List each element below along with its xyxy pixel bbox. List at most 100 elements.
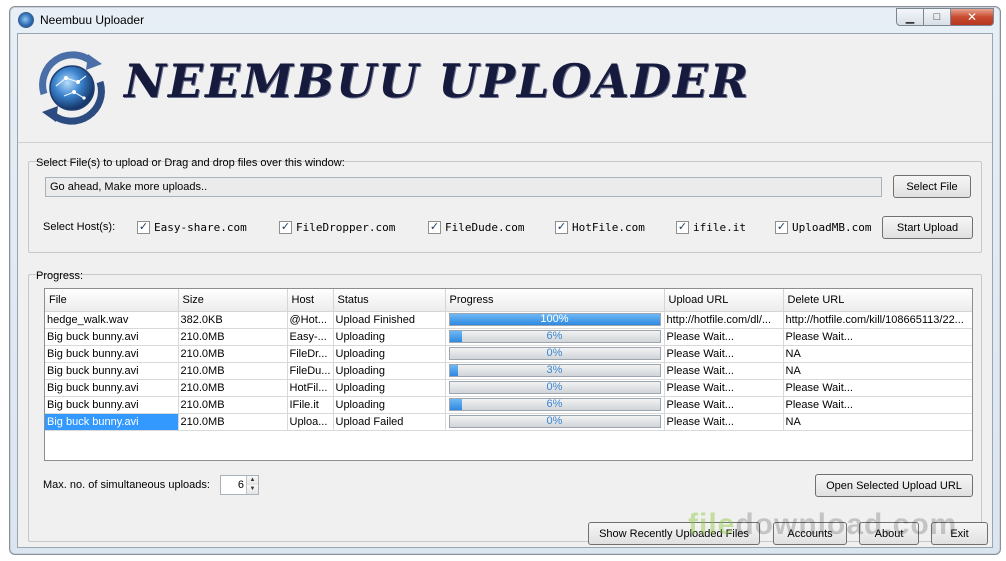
row-progress-cell: 3% <box>445 362 665 380</box>
row-host-cell: IFile.it <box>287 396 334 414</box>
spinner-up-arrow-icon[interactable]: ▲ <box>247 476 258 485</box>
spinner-down-arrow-icon[interactable]: ▼ <box>247 485 258 494</box>
checkbox-checked-icon[interactable]: ✓ <box>676 221 689 234</box>
host-option-uploadmb[interactable]: ✓ UploadMB.com <box>775 221 871 234</box>
upload-message-field[interactable]: Go ahead, Make more uploads.. <box>45 177 882 197</box>
row-file-cell: Big buck bunny.avi <box>45 379 179 397</box>
progress-percent-text: 3% <box>546 364 563 376</box>
row-upload-url-cell: Please Wait... <box>664 379 784 397</box>
progress-bar: 0% <box>448 381 661 394</box>
row-upload-url-cell: Please Wait... <box>664 413 784 431</box>
checkbox-checked-icon[interactable]: ✓ <box>279 221 292 234</box>
table-row[interactable]: Big buck bunny.avi 210.0MB IFile.it Uploadi… <box>45 396 972 414</box>
host-option-filedropper[interactable]: ✓ FileDropper.com <box>279 221 395 234</box>
show-recent-uploads-button[interactable]: Show Recently Uploaded Files <box>588 522 760 545</box>
row-host-cell: HotFil... <box>287 379 334 397</box>
checkbox-checked-icon[interactable]: ✓ <box>428 221 441 234</box>
row-status-cell: Uploading <box>333 396 446 414</box>
client-area: NEEMBUU UPLOADER Select File(s) to uploa… <box>17 33 993 548</box>
minimize-button[interactable]: ▁ <box>896 8 924 26</box>
close-button[interactable]: ✕ <box>950 8 994 26</box>
max-uploads-value[interactable]: 6 <box>238 479 244 491</box>
row-file-cell: hedge_walk.wav <box>45 311 179 329</box>
column-header-delete-url[interactable]: Delete URL <box>783 289 972 312</box>
checkbox-checked-icon[interactable]: ✓ <box>555 221 568 234</box>
row-file-cell: Big buck bunny.avi <box>45 328 179 346</box>
title-bar[interactable]: Neembuu Uploader ▁ □ ✕ <box>10 7 1000 33</box>
row-progress-cell: 0% <box>445 379 665 397</box>
checkbox-checked-icon[interactable]: ✓ <box>775 221 788 234</box>
accounts-button[interactable]: Accounts <box>773 522 847 545</box>
table-header-row: File Size Host Status Progress Upload UR… <box>45 289 972 312</box>
table-row[interactable]: Big buck bunny.avi 210.0MB HotFil... Upload… <box>45 379 972 397</box>
table-row[interactable]: Big buck bunny.avi 210.0MB FileDu... Upload… <box>45 362 972 380</box>
row-progress-cell: 6% <box>445 396 665 414</box>
column-header-progress[interactable]: Progress <box>445 289 665 312</box>
column-header-upload-url[interactable]: Upload URL <box>664 289 784 312</box>
row-status-cell: Uploading <box>333 379 446 397</box>
host-option-easyshare[interactable]: ✓ Easy-share.com <box>137 221 247 234</box>
max-uploads-spinner[interactable]: 6 ▲ ▼ <box>220 475 259 495</box>
row-upload-url-cell: Please Wait... <box>664 362 784 380</box>
app-window: Neembuu Uploader ▁ □ ✕ NEEMBUU UPLOADER … <box>9 6 1001 555</box>
row-size-cell: 210.0MB <box>178 362 288 380</box>
column-header-host[interactable]: Host <box>287 289 334 312</box>
window-title: Neembuu Uploader <box>40 13 145 27</box>
banner: NEEMBUU UPLOADER <box>18 34 992 143</box>
row-file-cell: Big buck bunny.avi <box>45 413 179 431</box>
table-row[interactable]: Big buck bunny.avi 210.0MB FileDr... Upload… <box>45 345 972 363</box>
host-option-hotfile[interactable]: ✓ HotFile.com <box>555 221 645 234</box>
row-delete-url-cell: Please Wait... <box>783 396 972 414</box>
spinner-arrows: ▲ ▼ <box>246 476 258 494</box>
max-uploads-label: Max. no. of simultaneous uploads: <box>43 479 210 491</box>
checkbox-checked-icon[interactable]: ✓ <box>137 221 150 234</box>
exit-button[interactable]: Exit <box>931 522 988 545</box>
table-row[interactable]: hedge_walk.wav 382.0KB @Hot... Upload Finis… <box>45 311 972 329</box>
row-progress-cell: 0% <box>445 413 665 431</box>
upload-table: File Size Host Status Progress Upload UR… <box>45 289 972 431</box>
row-delete-url-cell: NA <box>783 345 972 363</box>
host-option-ifile[interactable]: ✓ ifile.it <box>676 221 746 234</box>
row-upload-url-cell: Please Wait... <box>664 345 784 363</box>
column-header-status[interactable]: Status <box>333 289 446 312</box>
progress-bar: 0% <box>448 347 661 360</box>
select-file-button[interactable]: Select File <box>893 175 971 198</box>
row-size-cell: 210.0MB <box>178 328 288 346</box>
row-status-cell: Uploading <box>333 345 446 363</box>
table-row[interactable]: Big buck bunny.avi 210.0MB Easy-... Uploadi… <box>45 328 972 346</box>
window-controls: ▁ □ ✕ <box>896 8 994 26</box>
progress-bar: 100% <box>448 313 661 326</box>
upload-progress-table[interactable]: File Size Host Status Progress Upload UR… <box>44 288 973 461</box>
progress-percent-text: 6% <box>546 330 563 342</box>
row-progress-cell: 100% <box>445 311 665 329</box>
table-row[interactable]: Big buck bunny.avi 210.0MB Uploa... Upload … <box>45 413 972 431</box>
row-file-cell: Big buck bunny.avi <box>45 345 179 363</box>
row-size-cell: 210.0MB <box>178 379 288 397</box>
row-status-cell: Upload Finished <box>333 311 446 329</box>
column-header-size[interactable]: Size <box>178 289 288 312</box>
progress-label: Progress: <box>36 270 84 282</box>
column-header-file[interactable]: File <box>45 289 179 312</box>
progress-percent-text: 0% <box>546 415 563 427</box>
start-upload-button[interactable]: Start Upload <box>882 216 973 239</box>
progress-bar: 6% <box>448 330 661 343</box>
row-host-cell: @Hot... <box>287 311 334 329</box>
row-delete-url-cell: Please Wait... <box>783 328 972 346</box>
maximize-button[interactable]: □ <box>923 8 951 26</box>
progress-bar: 0% <box>448 415 661 428</box>
about-button[interactable]: About <box>859 522 919 545</box>
row-progress-cell: 0% <box>445 345 665 363</box>
open-selected-url-button[interactable]: Open Selected Upload URL <box>815 474 973 497</box>
host-option-filedude[interactable]: ✓ FileDude.com <box>428 221 524 234</box>
row-progress-cell: 6% <box>445 328 665 346</box>
row-delete-url-cell: NA <box>783 362 972 380</box>
row-delete-url-cell: NA <box>783 413 972 431</box>
row-upload-url-cell: Please Wait... <box>664 328 784 346</box>
row-file-cell: Big buck bunny.avi <box>45 362 179 380</box>
row-status-cell: Uploading <box>333 328 446 346</box>
row-host-cell: Easy-... <box>287 328 334 346</box>
row-size-cell: 210.0MB <box>178 345 288 363</box>
select-files-label: Select File(s) to upload or Drag and dro… <box>36 157 345 169</box>
app-logo-text: NEEMBUU UPLOADER <box>124 54 751 108</box>
progress-percent-text: 6% <box>546 398 563 410</box>
